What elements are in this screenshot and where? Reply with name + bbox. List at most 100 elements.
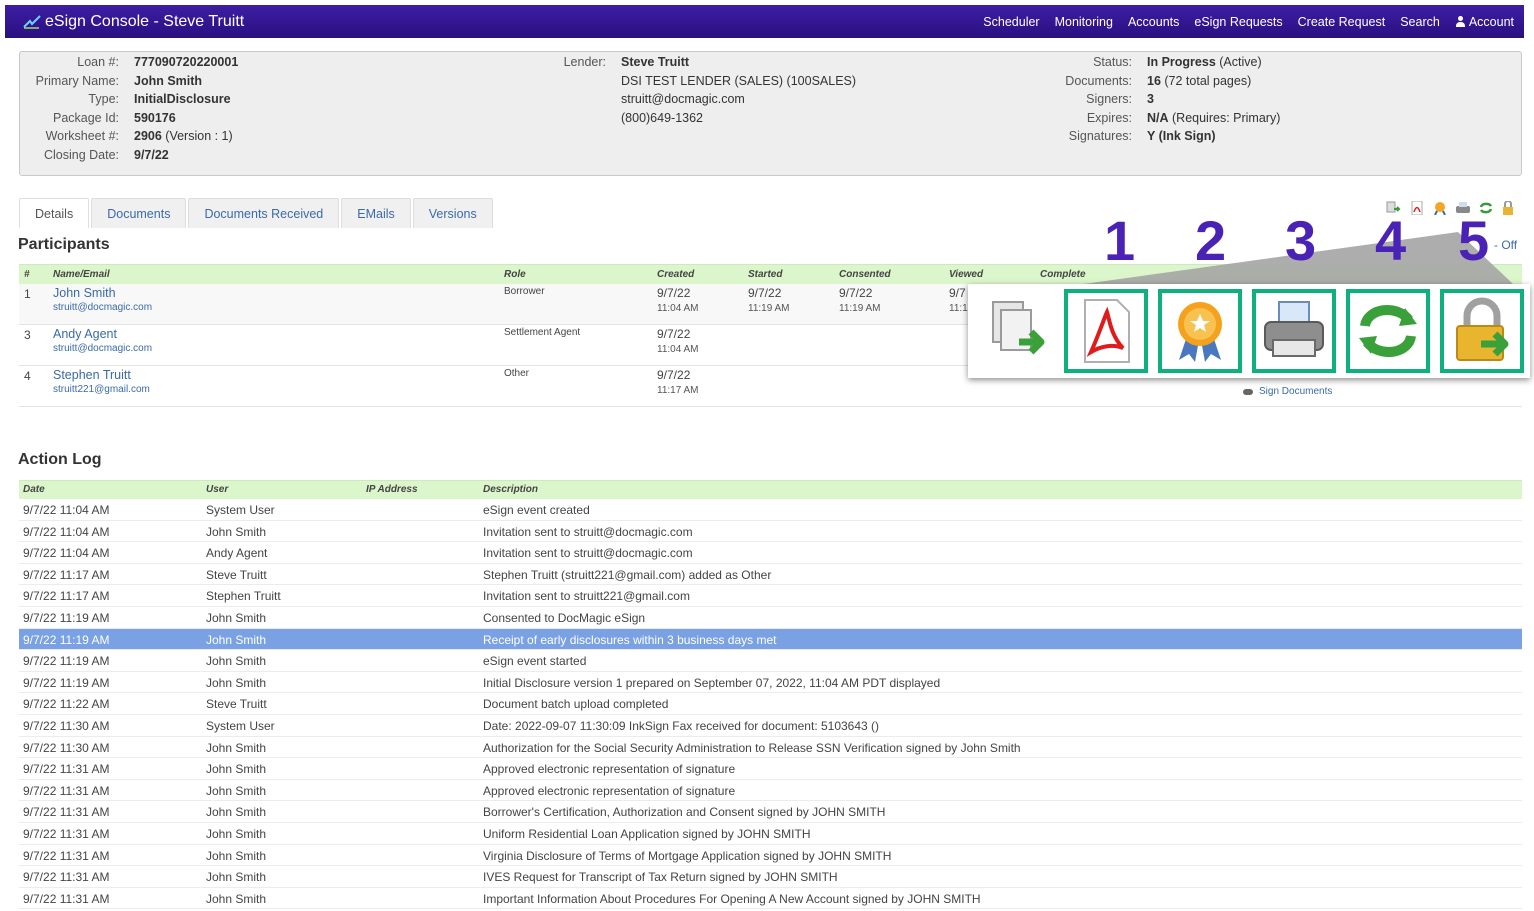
participant-name-link[interactable]: John Smith <box>53 286 116 300</box>
nav-scheduler[interactable]: Scheduler <box>983 15 1039 29</box>
participant-created-time: 11:17 AM <box>657 385 699 396</box>
log-user: John Smith <box>206 870 267 885</box>
tab-documents-received[interactable]: Documents Received <box>188 198 340 228</box>
participant-email-link[interactable]: struitt221@gmail.com <box>53 384 150 395</box>
label-type: Type: <box>88 92 119 106</box>
lock-export-icon[interactable] <box>1501 200 1517 215</box>
refresh-icon[interactable] <box>1346 289 1430 373</box>
log-user: Steve Truitt <box>206 567 267 582</box>
callout-number-3: 3 <box>1285 209 1317 272</box>
nav-esign-requests[interactable]: eSign Requests <box>1194 15 1282 29</box>
nav-monitoring[interactable]: Monitoring <box>1055 15 1113 29</box>
label-loan-number: Loan #: <box>77 55 119 69</box>
log-date: 9/7/22 11:19 AM <box>23 675 110 690</box>
log-user: John Smith <box>206 783 267 798</box>
participant-name-link[interactable]: Stephen Truitt <box>53 368 131 382</box>
tab-documents[interactable]: Documents <box>91 198 187 228</box>
tab-emails[interactable]: EMails <box>341 198 411 228</box>
log-date: 9/7/22 11:19 AM <box>23 632 110 647</box>
log-description: Uniform Residential Loan Application sig… <box>483 826 811 841</box>
log-user: System User <box>206 503 275 517</box>
certificate-icon[interactable] <box>1158 289 1242 373</box>
log-row[interactable]: 9/7/22 11:31 AM John Smith Approved electr… <box>19 758 1522 780</box>
print-icon[interactable] <box>1252 289 1336 373</box>
nav-accounts[interactable]: Accounts <box>1128 15 1179 29</box>
label-package-id: Package Id: <box>52 110 119 125</box>
log-date: 9/7/22 11:17 AM <box>23 589 110 604</box>
log-description: Receipt of early disclosures within 3 bu… <box>483 632 777 647</box>
log-row[interactable]: 9/7/22 11:31 AM John Smith Virginia Disclo… <box>19 845 1522 867</box>
log-row[interactable]: 9/7/22 11:31 AM John Smith Approved electr… <box>19 780 1522 802</box>
log-row[interactable]: 9/7/22 11:19 AM John Smith Initial Disclos… <box>19 672 1522 694</box>
participant-viewed-date: 9/7 <box>949 286 966 300</box>
label-signers: Signers: <box>1086 92 1132 106</box>
log-row[interactable]: 9/7/22 11:19 AM John Smith Receipt of earl… <box>19 628 1522 651</box>
summary-lender-info: Lender: Steve Truitt DSI TEST LENDER (SA… <box>520 53 856 127</box>
log-date: 9/7/22 11:30 AM <box>23 740 110 755</box>
log-row[interactable]: 9/7/22 11:19 AM John Smith eSign event sta… <box>19 650 1522 672</box>
log-description: Stephen Truitt (struitt221@gmail.com) ad… <box>483 567 772 582</box>
log-row[interactable]: 9/7/22 11:22 AM Steve Truitt Document batc… <box>19 693 1522 715</box>
log-description: Virginia Disclosure of Terms of Mortgage… <box>483 848 892 863</box>
detail-tabs: Details Documents Documents Received EMa… <box>19 198 495 228</box>
log-date: 9/7/22 11:31 AM <box>23 826 110 841</box>
label-status: Status: <box>1093 55 1132 69</box>
value-signatures: Y (Ink Sign) <box>1147 129 1216 143</box>
nav-search[interactable]: Search <box>1400 15 1440 29</box>
participant-created-time: 11:04 AM <box>657 344 699 355</box>
nav-create-request[interactable]: Create Request <box>1298 15 1386 29</box>
log-row[interactable]: 9/7/22 11:17 AM Stephen Truitt Invitation … <box>19 585 1522 607</box>
certificate-icon[interactable] <box>1432 201 1448 216</box>
notifications-off-link[interactable]: - Off <box>1494 238 1517 252</box>
value-status-extra: (Active) <box>1215 55 1262 69</box>
participant-email-link[interactable]: struitt@docmagic.com <box>53 302 152 313</box>
log-user: Steve Truitt <box>206 697 267 712</box>
brand[interactable]: eSign Console - Steve Truitt <box>5 13 244 31</box>
log-row[interactable]: 9/7/22 11:31 AM John Smith Important Infor… <box>19 888 1522 910</box>
participant-email-link[interactable]: struitt@docmagic.com <box>53 343 152 354</box>
log-row[interactable]: 9/7/22 11:31 AM John Smith IVES Request fo… <box>19 866 1522 888</box>
pdf-icon[interactable] <box>1064 289 1148 373</box>
lock-export-icon[interactable] <box>1440 289 1524 373</box>
log-row[interactable]: 9/7/22 11:31 AM John Smith Borrower's Cert… <box>19 801 1522 823</box>
col-number: # <box>24 269 30 280</box>
main-nav: Scheduler Monitoring Accounts eSign Requ… <box>968 15 1524 29</box>
col-description: Description <box>483 484 539 495</box>
summary-loan-info: Loan #: Primary Name: Type: Package Id: … <box>20 53 239 164</box>
nav-account-label: Account <box>1468 14 1514 29</box>
log-date: 9/7/22 11:22 AM <box>23 697 110 712</box>
participant-started-date: 9/7/22 <box>748 286 782 300</box>
participant-created-date: 9/7/22 <box>657 368 691 382</box>
tab-details[interactable]: Details <box>19 198 90 228</box>
col-complete: Complete <box>1040 269 1086 280</box>
log-user: John Smith <box>206 762 267 777</box>
value-status: In Progress <box>1147 55 1216 69</box>
log-row[interactable]: 9/7/22 11:19 AM John Smith Consented to Do… <box>19 607 1522 629</box>
value-lender-phone: (800)649-1362 <box>621 110 704 125</box>
log-date: 9/7/22 11:30 AM <box>23 718 110 733</box>
log-user: John Smith <box>206 805 267 820</box>
log-row[interactable]: 9/7/22 11:30 AM System User Date: 2022-09-… <box>19 715 1522 737</box>
label-documents: Documents: <box>1065 73 1132 88</box>
tab-versions[interactable]: Versions <box>412 198 493 228</box>
log-row[interactable]: 9/7/22 11:30 AM John Smith Authorization f… <box>19 737 1522 759</box>
log-row[interactable]: 9/7/22 11:04 AM John Smith Invitation sent… <box>19 521 1522 543</box>
log-row[interactable]: 9/7/22 11:04 AM Andy Agent Invitation sent… <box>19 542 1522 564</box>
pdf-icon[interactable] <box>1409 200 1425 216</box>
log-row[interactable]: 9/7/22 11:04 AM System User eSign event cr… <box>19 499 1522 521</box>
participant-name-link[interactable]: Andy Agent <box>53 327 117 341</box>
label-worksheet: Worksheet #: <box>45 129 119 143</box>
participant-started-time: 11:19 AM <box>748 303 790 314</box>
zoomed-toolbar-panel <box>968 284 1530 378</box>
log-row[interactable]: 9/7/22 11:31 AM John Smith Uniform Residen… <box>19 823 1522 845</box>
sign-documents-link[interactable]: Sign Documents <box>1243 386 1332 397</box>
log-description: Invitation sent to struitt@docmagic.com <box>483 546 693 561</box>
copy-export-icon[interactable] <box>976 289 1060 373</box>
log-user: John Smith <box>206 675 267 690</box>
label-lender: Lender: <box>563 55 606 69</box>
loan-summary: Loan #: Primary Name: Type: Package Id: … <box>19 51 1522 176</box>
col-started: Started <box>748 269 783 280</box>
nav-account[interactable]: Account <box>1455 15 1514 29</box>
log-user: John Smith <box>206 891 267 906</box>
log-row[interactable]: 9/7/22 11:17 AM Steve Truitt Stephen Truit… <box>19 564 1522 586</box>
